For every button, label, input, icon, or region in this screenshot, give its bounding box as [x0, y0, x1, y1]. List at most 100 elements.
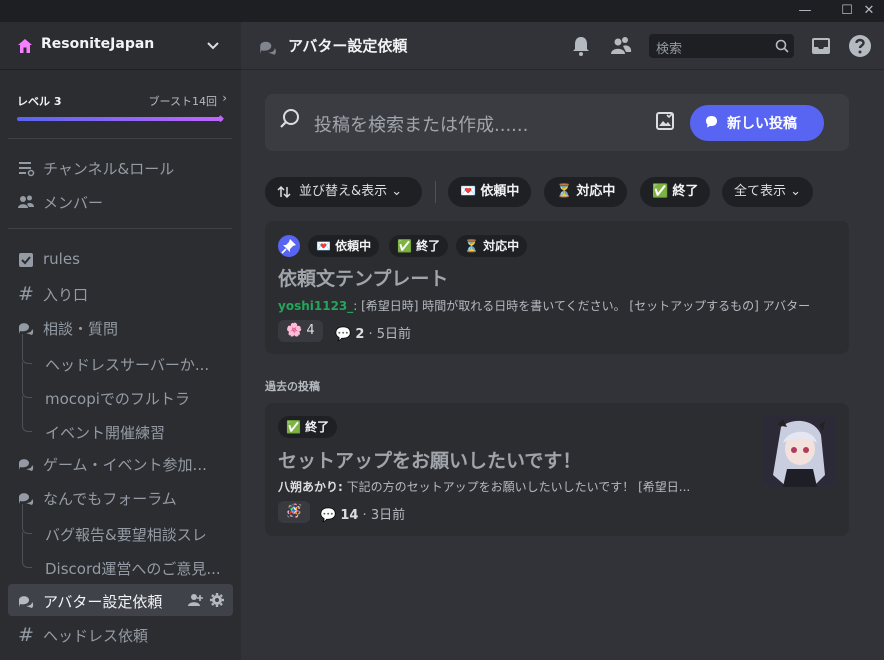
community-home-icon — [18, 39, 32, 53]
thread-item[interactable]: ヘッドレスサーバーか... — [8, 334, 233, 380]
channel-headless-request[interactable]: # ヘッドレス依頼 — [8, 618, 233, 650]
comment-count-value: 14 — [340, 508, 359, 523]
channel-label: なんでもフォーラム — [43, 490, 177, 508]
boost-count: ブースト14回 — [148, 95, 217, 108]
boost-bar — [17, 117, 223, 121]
channel-entrance[interactable]: # 入り口 — [8, 277, 233, 309]
forum-consultation[interactable]: 相談・質問 — [8, 311, 233, 343]
reaction-button[interactable]: 🌸 4 — [278, 320, 323, 342]
sort-label: 並び替え&表示 — [299, 184, 388, 199]
forum-game-event[interactable]: ゲーム・イベント参加... — [8, 447, 233, 479]
thread-item[interactable]: バグ報告&要望相談スレ — [8, 504, 233, 550]
post-title: セットアップをお願いしたいです！ — [278, 450, 582, 472]
post-author: yoshi1123_ — [278, 299, 354, 313]
divider — [8, 138, 232, 139]
channel-label: アバター設定依頼 — [43, 593, 163, 611]
post-card[interactable]: ✅ 終了 セットアップをお願いしたいです！ 八朔あかり: 下記の方のセットアップ… — [265, 403, 849, 536]
reaction-count: 4 — [306, 323, 315, 338]
forum-avatar-setup-active[interactable]: アバター設定依頼 — [8, 584, 233, 616]
post-time: 3日前 — [370, 508, 406, 523]
image-attach-icon[interactable] — [655, 111, 675, 131]
close-button[interactable]: ✕ — [854, 0, 884, 22]
boost-progress[interactable]: レベル 3 ブースト14回 › ◆ — [17, 90, 227, 130]
invite-icon[interactable] — [188, 593, 204, 607]
forum-icon — [19, 596, 34, 608]
page-title: アバター設定依頼 — [288, 37, 408, 55]
tag-label: 終了 — [672, 184, 699, 199]
post-tag: 💌 依頼中 — [308, 235, 380, 257]
hash-icon: # — [18, 624, 34, 646]
filter-tag-in-progress[interactable]: ⏳ 対応中 — [544, 177, 628, 207]
filter-bar: 並び替え&表示 ⌄ 💌 依頼中 ⏳ 対応中 ✅ 終了 全て表示 ⌄ — [265, 177, 849, 209]
sort-icon — [277, 185, 291, 199]
window-titlebar: — ☐ ✕ — [0, 0, 884, 22]
boost-gem-icon: ◆ — [217, 114, 224, 124]
post-tag: ✅ 終了 — [389, 235, 449, 257]
search-placeholder: 検索 — [656, 42, 683, 57]
forum-icon — [260, 41, 276, 55]
server-name: ResoniteJapan — [41, 36, 155, 52]
post-search-composer[interactable]: 投稿を検索または作成...... 新しい投稿 — [265, 94, 849, 151]
bell-icon[interactable] — [569, 34, 593, 58]
comment-count-value: 2 — [355, 327, 365, 342]
divider — [435, 181, 436, 203]
post-tag: ⏳ 対応中 — [456, 235, 528, 257]
thread-item[interactable]: Discord運営へのご意見... — [8, 532, 233, 584]
search-input[interactable]: 検索 — [649, 34, 794, 58]
post-tag: ✅ 終了 — [278, 416, 338, 438]
gear-icon[interactable] — [209, 592, 225, 608]
channel-label: ヘッドレス依頼 — [43, 627, 149, 645]
thread-item[interactable]: イベント開催練習 — [8, 396, 233, 448]
cherry-blossom-icon: 🌸 — [286, 323, 303, 338]
check-icon: ✅ — [652, 184, 669, 199]
member-list-icon[interactable] — [609, 34, 633, 58]
sidebar-item-label: チャンネル&ロール — [43, 160, 175, 178]
channel-label: ゲーム・イベント参加... — [43, 456, 207, 474]
tag-label: 終了 — [416, 239, 441, 253]
post-thumbnail[interactable] — [763, 415, 835, 487]
members-icon — [18, 195, 34, 208]
forum-main: 投稿を検索または作成...... 新しい投稿 並び替え&表示 ⌄ 💌 依頼中 ⏳… — [241, 70, 884, 660]
hash-icon: # — [18, 283, 34, 305]
sidebar-item-members[interactable]: メンバー — [8, 185, 233, 217]
check-icon: ✅ — [286, 420, 301, 434]
post-preview-text: : [希望日時] 時間が取れる日時を書いてください。 [セットアップするもの] … — [353, 299, 811, 313]
composer-placeholder: 投稿を検索または作成...... — [314, 115, 529, 136]
server-header[interactable]: ResoniteJapan — [0, 22, 241, 70]
check-icon: ✅ — [397, 239, 412, 253]
channel-label: rules — [43, 250, 80, 268]
tag-label: 終了 — [305, 420, 330, 434]
thread-label: mocopiでのフルトラ — [45, 390, 190, 408]
reaction-button[interactable]: 🪅 — [278, 501, 311, 523]
help-icon[interactable] — [848, 34, 872, 58]
sort-view-button[interactable]: 並び替え&表示 ⌄ — [265, 177, 422, 207]
comment-count: 💬 14 · 3日前 — [320, 508, 406, 523]
filter-tag-requesting[interactable]: 💌 依頼中 — [448, 177, 532, 207]
chevron-right-icon: › — [222, 91, 227, 105]
filter-tag-done[interactable]: ✅ 終了 — [640, 177, 711, 207]
chevron-down-icon: ⌄ — [790, 184, 802, 199]
new-post-button[interactable]: 新しい投稿 — [690, 105, 824, 141]
channel-label: 入り口 — [43, 286, 89, 304]
thread-branch — [22, 396, 32, 432]
love-letter-icon: 💌 — [460, 184, 477, 199]
thread-branch — [22, 362, 32, 398]
inbox-icon[interactable] — [809, 34, 833, 58]
chat-bubble-icon — [706, 116, 717, 128]
forum-anything[interactable]: なんでもフォーラム — [8, 481, 233, 513]
sidebar-item-channels-roles[interactable]: チャンネル&ロール — [8, 151, 233, 183]
minimize-button[interactable]: — — [790, 0, 820, 22]
post-preview: yoshi1123_: [希望日時] 時間が取れる日時を書いてください。 [セッ… — [278, 297, 833, 314]
search-icon — [280, 109, 299, 128]
thread-branch — [22, 504, 32, 534]
post-author: 八朔あかり: — [278, 480, 343, 494]
new-post-label: 新しい投稿 — [727, 116, 797, 132]
chevron-down-icon — [207, 42, 219, 50]
divider — [8, 228, 232, 229]
show-all-tags-button[interactable]: 全て表示 ⌄ — [722, 177, 814, 207]
pinata-icon: 🪅 — [286, 504, 303, 519]
thread-item[interactable]: mocopiでのフルトラ — [8, 362, 233, 414]
channel-rules[interactable]: rules — [8, 243, 233, 275]
thread-label: イベント開催練習 — [45, 424, 166, 442]
post-card-pinned[interactable]: 💌 依頼中 ✅ 終了 ⏳ 対応中 依頼文テンプレート yoshi1123_: [… — [265, 221, 849, 354]
